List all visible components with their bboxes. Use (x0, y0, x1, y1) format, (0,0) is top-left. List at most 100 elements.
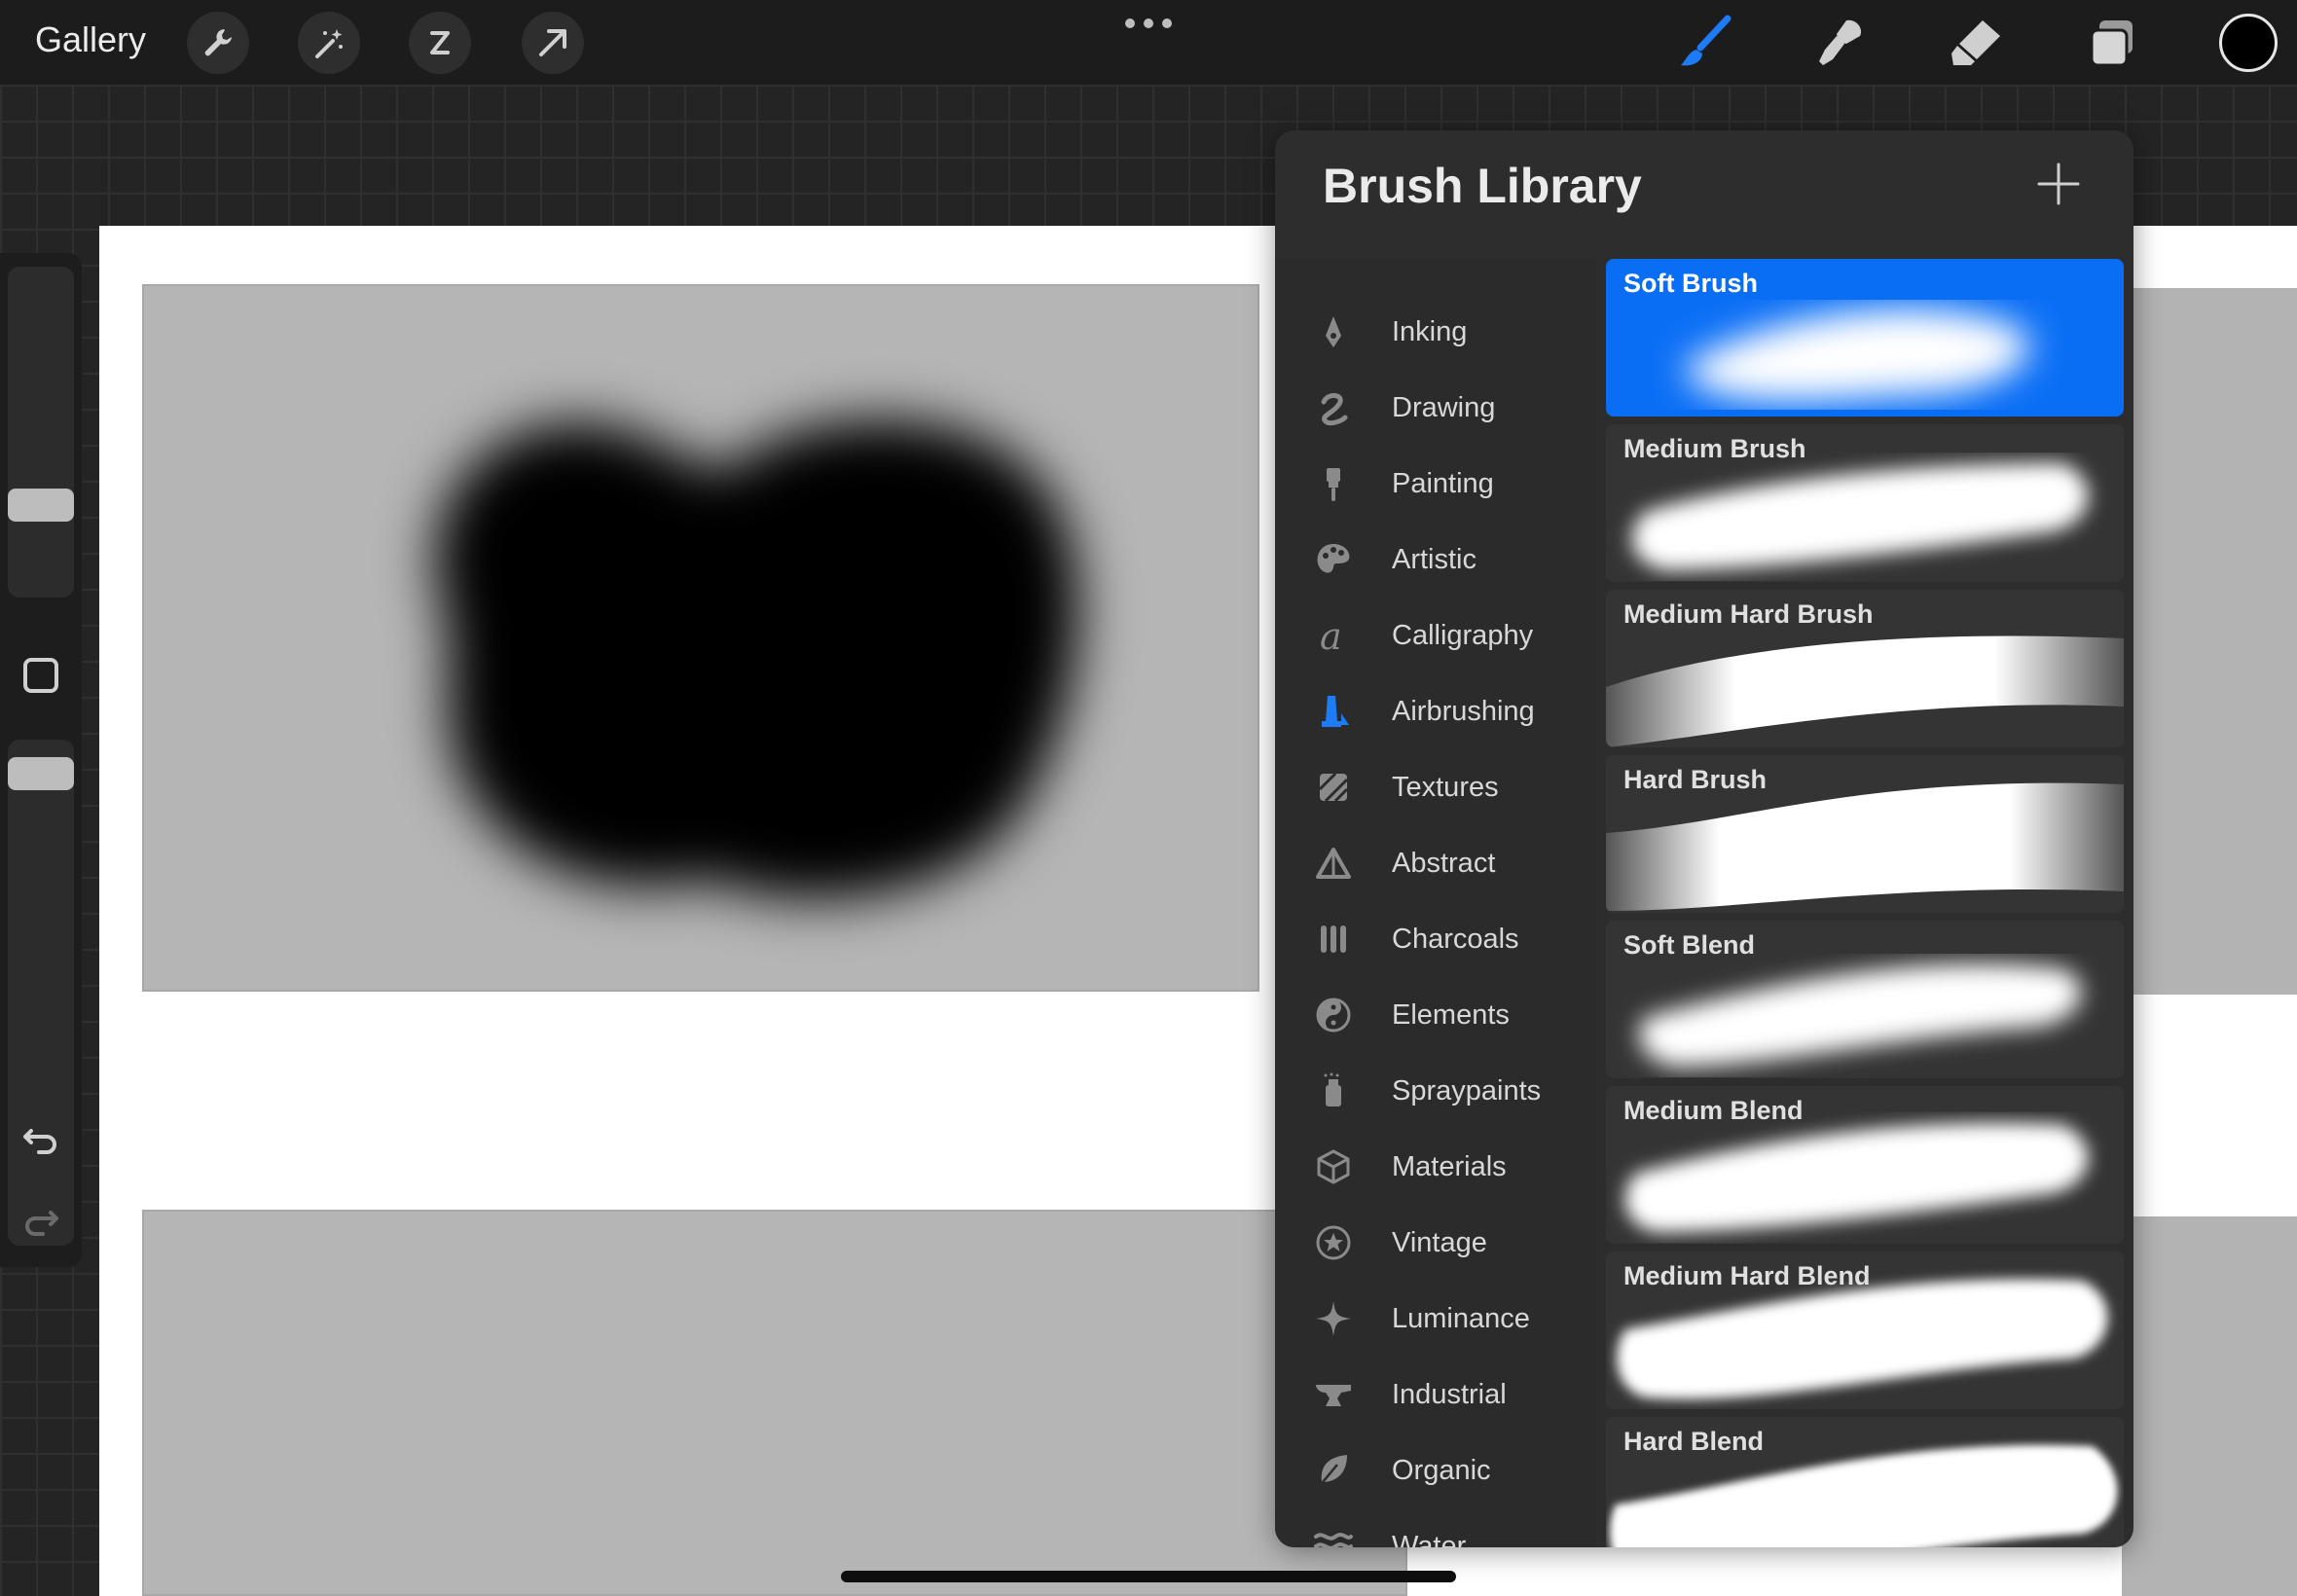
category-inking[interactable]: Inking (1275, 294, 1596, 370)
brush-size-slider-thumb[interactable] (8, 489, 74, 522)
category-label: Textures (1392, 771, 1499, 803)
brush-name: Medium Hard Blend (1623, 1261, 1871, 1290)
category-label: Spraypaints (1392, 1074, 1542, 1106)
brush-name: Hard Blend (1623, 1427, 1765, 1456)
anvil-icon (1312, 1373, 1355, 1416)
undo-icon[interactable] (19, 1117, 62, 1160)
category-elements[interactable]: Elements (1275, 977, 1596, 1053)
calligraphy-a-icon: a (1312, 614, 1355, 657)
brush-item-hard-brush[interactable]: Hard Brush (1606, 755, 2124, 913)
brush-list: Soft Brush Medium Brush Medium Hard Brus… (1606, 259, 2133, 1547)
adjustments-button[interactable] (298, 12, 360, 74)
brush-name: Hard Brush (1623, 765, 1768, 794)
left-sidebar (0, 253, 82, 1267)
leaf-icon (1312, 1449, 1355, 1492)
texture-icon (1312, 766, 1355, 809)
plus-icon[interactable] (2034, 160, 2083, 208)
wrench-icon (204, 29, 232, 56)
brush-item-medium-brush[interactable]: Medium Brush (1606, 424, 2124, 582)
brush-library-title: Brush Library (1323, 159, 1642, 213)
canvas-panel (2122, 1216, 2297, 1596)
home-indicator[interactable] (841, 1571, 1456, 1582)
category-label: Industrial (1392, 1378, 1507, 1410)
category-textures[interactable]: Textures (1275, 749, 1596, 825)
category-label: Airbrushing (1392, 695, 1535, 727)
eraser-tool-button[interactable] (1945, 14, 2007, 72)
cube-icon (1312, 1145, 1355, 1188)
opacity-slider-thumb[interactable] (8, 757, 74, 790)
category-water[interactable]: Water (1275, 1508, 1596, 1547)
squiggle-icon (1312, 386, 1355, 429)
brush-size-slider[interactable] (8, 267, 74, 598)
smudge-icon (1819, 19, 1862, 65)
actions-button[interactable] (187, 12, 249, 74)
color-picker-button[interactable] (2219, 14, 2278, 72)
brush-name: Medium Brush (1623, 434, 1806, 463)
triangle-icon (1312, 842, 1355, 885)
category-vintage[interactable]: Vintage (1275, 1205, 1596, 1281)
canvas-panel (142, 1210, 1407, 1596)
opacity-slider[interactable] (8, 740, 74, 1246)
category-label: Calligraphy (1392, 619, 1534, 651)
category-materials[interactable]: Materials (1275, 1129, 1596, 1205)
modify-square-icon[interactable] (23, 658, 58, 693)
eraser-icon (1951, 20, 2000, 65)
brush-item-soft-blend[interactable]: Soft Blend (1606, 921, 2124, 1078)
category-label: Artistic (1392, 543, 1477, 575)
brush-icon (1681, 15, 1732, 66)
pen-nib-icon (1312, 310, 1355, 353)
category-airbrushing[interactable]: Airbrushing (1275, 673, 1596, 749)
waves-icon (1312, 1525, 1355, 1547)
brush-name: Soft Brush (1623, 269, 1758, 298)
star-badge-icon (1312, 1221, 1355, 1264)
yin-yang-icon (1312, 994, 1355, 1036)
canvas-panel (142, 284, 1259, 992)
redo-icon[interactable] (19, 1199, 62, 1242)
category-label: Drawing (1392, 391, 1496, 423)
category-label: Vintage (1392, 1226, 1487, 1258)
category-label: Organic (1392, 1454, 1491, 1486)
layers-button[interactable] (2081, 14, 2143, 72)
brush-item-hard-blend[interactable]: Hard Blend (1606, 1417, 2124, 1547)
magic-wand-icon (315, 29, 343, 58)
category-spraypaints[interactable]: Spraypaints (1275, 1053, 1596, 1129)
brush-item-medium-hard-brush[interactable]: Medium Hard Brush (1606, 590, 2124, 747)
category-calligraphy[interactable]: a Calligraphy (1275, 598, 1596, 673)
smudge-tool-button[interactable] (1808, 14, 1871, 72)
brush-name: Medium Hard Brush (1623, 599, 1874, 629)
palette-icon (1312, 538, 1355, 581)
category-organic[interactable]: Organic (1275, 1433, 1596, 1508)
category-industrial[interactable]: Industrial (1275, 1357, 1596, 1433)
svg-text:a: a (1320, 616, 1342, 655)
category-label: Elements (1392, 998, 1510, 1031)
more-options-icon[interactable] (1125, 16, 1172, 31)
brush-item-medium-blend[interactable]: Medium Blend (1606, 1086, 2124, 1244)
category-luminance[interactable]: Luminance (1275, 1281, 1596, 1357)
category-painting[interactable]: Painting (1275, 446, 1596, 522)
top-toolbar: Gallery (0, 0, 2297, 85)
category-label: Abstract (1392, 847, 1496, 879)
transform-button[interactable] (522, 12, 584, 74)
selection-icon (430, 31, 450, 54)
category-artistic[interactable]: Artistic (1275, 522, 1596, 598)
gallery-button[interactable]: Gallery (35, 19, 146, 60)
category-label: Luminance (1392, 1302, 1530, 1334)
brush-tool-button[interactable] (1674, 14, 1736, 72)
brush-library-panel: Brush Library Inking Drawing Painting Ar… (1275, 130, 2133, 1547)
layers-icon (2090, 20, 2133, 67)
category-label: Painting (1392, 467, 1494, 499)
brush-item-medium-hard-blend[interactable]: Medium Hard Blend (1606, 1251, 2124, 1409)
spray-can-icon (1312, 1070, 1355, 1112)
category-label: Inking (1392, 315, 1468, 347)
black-blob-stroke (434, 419, 1079, 899)
category-abstract[interactable]: Abstract (1275, 825, 1596, 901)
category-label: Charcoals (1392, 923, 1519, 955)
charcoal-sticks-icon (1312, 918, 1355, 961)
category-charcoals[interactable]: Charcoals (1275, 901, 1596, 977)
brush-item-soft-brush[interactable]: Soft Brush (1606, 259, 2124, 417)
brush-name: Medium Blend (1623, 1096, 1804, 1125)
selection-button[interactable] (409, 12, 471, 74)
sparkle-icon (1312, 1297, 1355, 1340)
brush-category-list: Inking Drawing Painting Artistic a Calli… (1275, 259, 1596, 1547)
category-drawing[interactable]: Drawing (1275, 370, 1596, 446)
